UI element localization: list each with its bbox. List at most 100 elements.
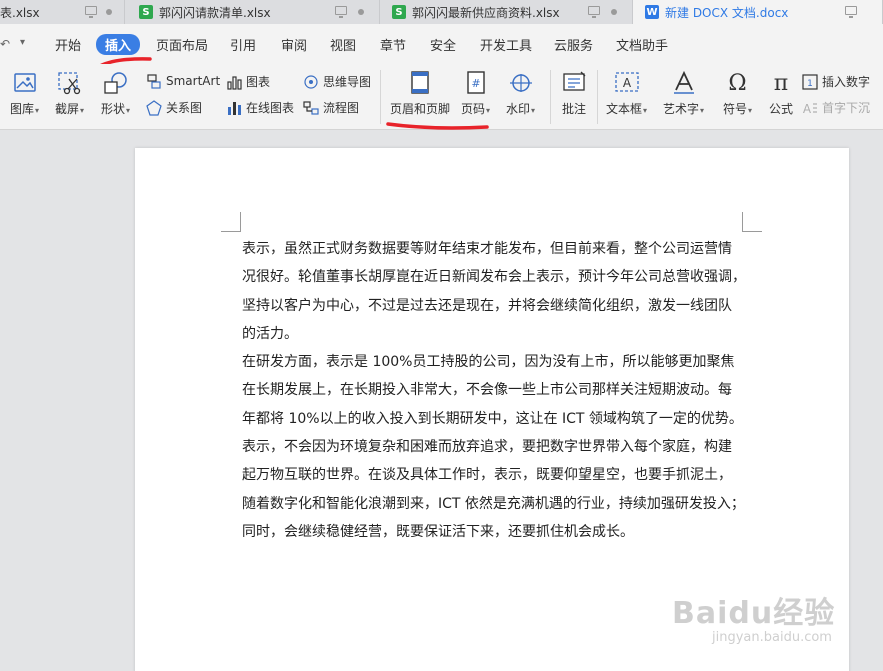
- dot-icon: [358, 9, 364, 15]
- page-number-button[interactable]: # 页码▾: [461, 70, 490, 117]
- symbol-label: 符号: [723, 102, 748, 116]
- menu-security[interactable]: 安全: [430, 35, 456, 54]
- tab-sheet-1[interactable]: 表.xlsx: [0, 0, 125, 24]
- watermark-url: jingyan.baidu.com: [712, 630, 832, 645]
- insert-number-icon: 1: [802, 73, 818, 90]
- tab-label: 郭闪闪最新供应商资料.xlsx: [412, 5, 560, 20]
- smartart-label: SmartArt: [166, 74, 221, 88]
- menu-doc-assistant[interactable]: 文档助手: [616, 35, 668, 54]
- menu-section[interactable]: 章节: [380, 35, 406, 54]
- online-chart-icon: [226, 100, 242, 116]
- formula-label: 公式: [768, 102, 793, 116]
- menu-insert[interactable]: 插入: [96, 34, 141, 55]
- chart-button[interactable]: 图表: [226, 73, 270, 90]
- mindmap-icon: [303, 74, 319, 90]
- tab-sheet-3[interactable]: S 郭闪闪最新供应商资料.xlsx: [380, 0, 633, 24]
- margin-corner-marker: [221, 212, 241, 232]
- document-line: 年都将 10%以上的收入投入到长期研发中，这让在 ICT 领域构筑了一定的优势。: [242, 410, 743, 427]
- tab-label: 新建 DOCX 文档.docx: [665, 5, 789, 20]
- pi-icon: π: [773, 70, 789, 96]
- document-line: 坚持以客户为中心，不过是过去还是现在，并将会继续简化组织，激发一线团队: [242, 297, 732, 314]
- online-chart-label: 在线图表: [246, 101, 295, 115]
- menu-developer[interactable]: 开发工具: [480, 35, 532, 54]
- document-line: 表示，虽然正式财务数据要等财年结束才能发布，但目前来看，整个公司运营情: [242, 241, 732, 257]
- document-line: 在研发方面，表示是 100%员工持股的公司，因为没有上市，所以能够更加聚焦: [242, 354, 735, 371]
- header-footer-button[interactable]: 页眉和页脚: [390, 70, 450, 117]
- ribbon-separator: [550, 70, 551, 124]
- annotation-button[interactable]: 批注: [560, 70, 588, 117]
- symbol-button[interactable]: Ω 符号▾: [723, 70, 752, 117]
- watermark-button[interactable]: 水印▾: [506, 70, 535, 117]
- scissors-icon: [56, 70, 84, 96]
- mindmap-button[interactable]: 思维导图: [303, 73, 371, 90]
- textbox-icon: A: [613, 70, 641, 96]
- spreadsheet-icon: S: [392, 5, 406, 19]
- omega-icon: Ω: [728, 70, 747, 96]
- document-line: 在长期发展上，在长期投入非常大，不会像一些上市公司那样关注短期波动。每: [242, 382, 732, 399]
- insert-number-label: 插入数字: [822, 75, 871, 89]
- menu-page-layout[interactable]: 页面布局: [156, 35, 208, 54]
- insert-number-button[interactable]: 1 插入数字: [802, 73, 870, 90]
- document-line: 起万物互联的世界。在谈及具体工作时，表示，既要仰望星空，也要手抓泥土，: [242, 467, 732, 484]
- watermark-icon: [507, 70, 535, 96]
- svg-text:A: A: [803, 102, 812, 116]
- monitor-icon: [335, 6, 347, 18]
- online-chart-button[interactable]: 在线图表: [226, 99, 294, 116]
- document-line: 随着数字化和智能化浪潮到来，ICT 依然是充满机遇的行业，持续加强研发投入；: [242, 495, 745, 512]
- red-underline-annotation: [386, 122, 489, 130]
- document-body[interactable]: 表示，虽然正式财务数据要等财年结束才能发布，但目前来看，整个公司运营情 况很好。…: [242, 235, 747, 546]
- margin-corner-marker: [742, 212, 762, 232]
- comment-icon: [560, 70, 588, 96]
- writer-doc-icon: W: [645, 5, 659, 19]
- relation-diagram-icon: [146, 99, 162, 116]
- monitor-icon: [85, 6, 97, 18]
- undo-icon[interactable]: ↶: [0, 37, 10, 51]
- chart-icon: [226, 74, 242, 90]
- chart-label: 图表: [246, 75, 271, 89]
- drop-cap-icon: A: [802, 100, 818, 116]
- tab-document-active[interactable]: W 新建 DOCX 文档.docx: [633, 0, 883, 24]
- header-footer-label: 页眉和页脚: [390, 102, 451, 116]
- baidu-jingyan-watermark: Baidu经验 jingyan.baidu.com: [672, 588, 835, 645]
- screenshot-button[interactable]: 截屏▾: [55, 70, 84, 117]
- smartart-button[interactable]: SmartArt: [146, 73, 220, 89]
- tab-label: 郭闪闪请款清单.xlsx: [159, 5, 271, 20]
- chevron-down-icon[interactable]: ▾: [20, 37, 25, 48]
- header-footer-icon: [406, 70, 434, 96]
- flowchart-button[interactable]: 流程图: [303, 99, 359, 116]
- menu-references[interactable]: 引用: [230, 35, 256, 54]
- document-line: 的活力。: [242, 325, 298, 342]
- menu-home[interactable]: 开始: [55, 35, 81, 54]
- monitor-icon: [588, 6, 600, 18]
- page-number-label: 页码: [461, 102, 486, 116]
- tab-sheet-2[interactable]: S 郭闪闪请款清单.xlsx: [125, 0, 380, 24]
- picture-label: 图库: [10, 102, 35, 116]
- watermark-label: 水印: [506, 102, 531, 116]
- drop-cap-label: 首字下沉: [822, 101, 871, 115]
- flowchart-icon: [303, 100, 319, 116]
- textbox-button[interactable]: A 文本框▾: [606, 70, 647, 117]
- dot-icon: [106, 9, 112, 15]
- wordart-button[interactable]: 艺术字▾: [663, 70, 704, 117]
- smartart-icon: [146, 73, 162, 89]
- textbox-label: 文本框: [606, 102, 643, 116]
- relation-diagram-label: 关系图: [166, 101, 203, 115]
- picture-button[interactable]: 图库▾: [10, 70, 39, 117]
- menu-review[interactable]: 审阅: [281, 35, 307, 54]
- shape-button[interactable]: 形状▾: [101, 70, 130, 117]
- picture-icon: [11, 70, 39, 96]
- document-line: 同时，会继续稳健经营，既要保证活下来，还要抓住机会成长。: [242, 523, 634, 540]
- dot-icon: [611, 9, 617, 15]
- document-line: 表示，不会因为环境复杂和困难而放弃追求，要把数字世界带入每个家庭，构建: [242, 439, 732, 456]
- drop-cap-button[interactable]: A 首字下沉: [802, 99, 870, 116]
- svg-text:A: A: [622, 76, 631, 90]
- annotation-label: 批注: [561, 102, 586, 116]
- formula-button[interactable]: π 公式: [767, 70, 795, 117]
- menu-view[interactable]: 视图: [330, 35, 356, 54]
- menu-cloud[interactable]: 云服务: [554, 35, 593, 54]
- page-number-icon: #: [462, 70, 490, 96]
- watermark-logo-text: Baidu经验: [672, 596, 836, 631]
- flowchart-label: 流程图: [323, 101, 360, 115]
- wordart-label: 艺术字: [663, 102, 700, 116]
- relation-diagram-button[interactable]: 关系图: [146, 99, 202, 116]
